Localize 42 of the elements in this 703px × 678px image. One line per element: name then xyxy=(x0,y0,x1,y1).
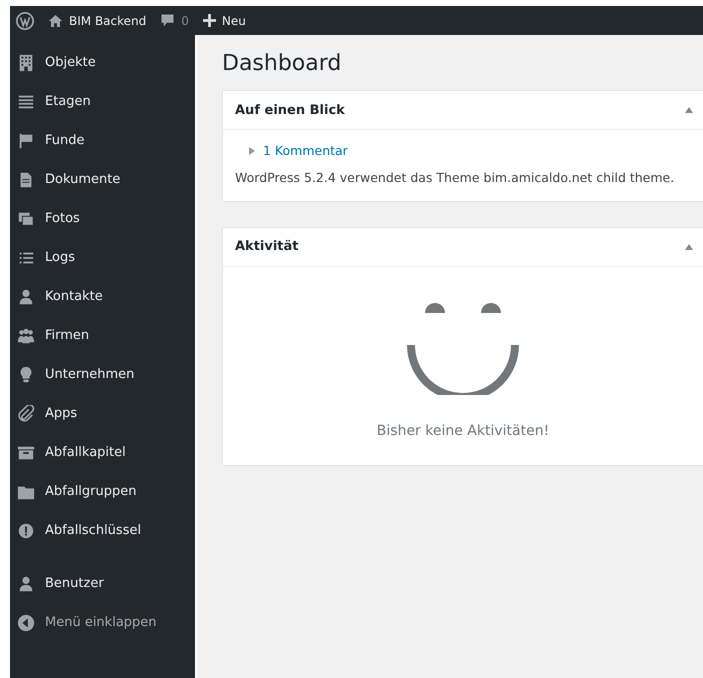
menu-item[interactable]: Unternehmen xyxy=(45,367,134,382)
comment-count[interactable]: 0 xyxy=(181,14,189,28)
menu-icon xyxy=(17,444,35,462)
menu-icon xyxy=(17,132,35,150)
menu-item[interactable]: Firmen xyxy=(45,328,90,343)
menu-item[interactable]: Benutzer xyxy=(45,576,104,591)
menu-item[interactable]: Abfallschlüssel xyxy=(45,523,142,538)
menu-icon xyxy=(17,288,35,306)
empty-activity-message: Bisher keine Aktivitäten! xyxy=(376,422,550,438)
menu-icon xyxy=(17,92,35,110)
collapse-icon[interactable] xyxy=(17,614,35,632)
comment-link[interactable]: 1 Kommentar xyxy=(263,140,348,162)
home-icon xyxy=(48,14,63,28)
menu-item[interactable]: Logs xyxy=(45,250,75,265)
menu-item[interactable]: Abfallgruppen xyxy=(45,484,136,499)
menu-icon xyxy=(17,54,35,72)
menu-icon xyxy=(17,522,35,540)
menu-item[interactable]: Abfallkapitel xyxy=(45,445,126,460)
theme-info-text: WordPress 5.2.4 verwendet das Theme bim.amicaldo.net child theme. xyxy=(235,169,676,188)
menu-item[interactable]: Funde xyxy=(45,133,84,148)
widget-title: Aktivität xyxy=(235,239,299,254)
menu-item[interactable]: Apps xyxy=(45,406,78,421)
menu-item[interactable]: Kontakte xyxy=(45,289,103,304)
toggle-icon[interactable] xyxy=(685,244,693,250)
menu-icon xyxy=(17,210,35,228)
comment-icon xyxy=(160,13,176,28)
menu-item[interactable]: Objekte xyxy=(45,55,96,70)
collapse-menu-link[interactable]: Menü einklappen xyxy=(45,615,157,630)
menu-icon xyxy=(17,326,35,344)
page-title: Dashboard xyxy=(222,51,342,76)
wordpress-logo-icon[interactable] xyxy=(16,12,34,30)
site-name-link[interactable]: BIM Backend xyxy=(69,14,146,28)
new-link[interactable]: Neu xyxy=(222,14,246,28)
menu-icon xyxy=(17,574,35,592)
triangle-icon xyxy=(249,146,255,155)
menu-item[interactable]: Dokumente xyxy=(45,172,120,187)
toggle-icon[interactable] xyxy=(685,107,693,113)
plus-icon xyxy=(202,14,216,27)
menu-icon xyxy=(17,404,35,422)
menu-item[interactable]: Fotos xyxy=(45,211,80,226)
widget-title: Auf einen Blick xyxy=(235,102,345,118)
menu-item[interactable]: Etagen xyxy=(45,94,91,109)
